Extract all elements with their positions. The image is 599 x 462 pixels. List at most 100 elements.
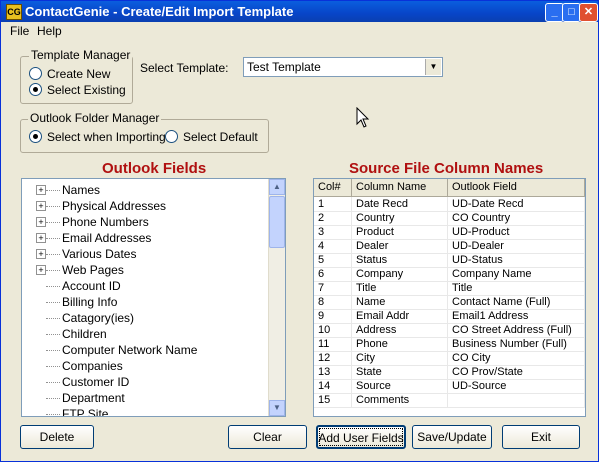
cell-outlook-field[interactable]: UD-Product — [448, 225, 585, 239]
radio-button-icon[interactable] — [29, 67, 42, 80]
tree-item[interactable]: Catagory(ies) — [22, 310, 268, 326]
tree-item[interactable]: Computer Network Name — [22, 342, 268, 358]
cell-outlook-field[interactable]: UD-Date Recd — [448, 197, 585, 211]
clear-button[interactable]: Clear — [228, 425, 307, 449]
cell-column-name[interactable]: Comments — [352, 393, 448, 407]
cell-column-name[interactable]: Company — [352, 267, 448, 281]
radio-create-new[interactable]: Create New — [29, 67, 110, 81]
expand-plus-icon[interactable]: + — [36, 265, 46, 275]
cell-column-name[interactable]: Title — [352, 281, 448, 295]
scroll-thumb[interactable] — [269, 196, 285, 248]
cell-col-num[interactable]: 2 — [314, 211, 352, 225]
cell-outlook-field[interactable]: Company Name — [448, 267, 585, 281]
radio-button-icon[interactable] — [165, 130, 178, 143]
table-row[interactable]: 4 Dealer UD-Dealer — [314, 239, 585, 254]
tree-item[interactable]: + Web Pages — [22, 262, 268, 278]
table-row[interactable]: 8 Name Contact Name (Full) — [314, 295, 585, 310]
cell-col-num[interactable]: 15 — [314, 393, 352, 407]
cell-outlook-field[interactable]: UD-Status — [448, 253, 585, 267]
cell-outlook-field[interactable]: CO Street Address (Full) — [448, 323, 585, 337]
table-row[interactable]: 3 Product UD-Product — [314, 225, 585, 240]
cell-column-name[interactable]: Email Addr — [352, 309, 448, 323]
cell-col-num[interactable]: 14 — [314, 379, 352, 393]
radio-button-selected-icon[interactable] — [29, 83, 42, 96]
cell-outlook-field[interactable] — [448, 393, 585, 407]
tree-item[interactable]: Children — [22, 326, 268, 342]
menu-file[interactable]: File — [10, 24, 29, 38]
radio-select-existing[interactable]: Select Existing — [29, 83, 126, 97]
cell-outlook-field[interactable]: CO City — [448, 351, 585, 365]
cell-col-num[interactable]: 5 — [314, 253, 352, 267]
vertical-scrollbar[interactable]: ▲ ▼ — [268, 179, 285, 416]
cell-col-num[interactable]: 4 — [314, 239, 352, 253]
expand-plus-icon[interactable]: + — [36, 201, 46, 211]
expand-plus-icon[interactable]: + — [36, 249, 46, 259]
chevron-down-icon[interactable]: ▼ — [425, 59, 441, 75]
tree-item[interactable]: + Email Addresses — [22, 230, 268, 246]
cell-outlook-field[interactable]: Email1 Address — [448, 309, 585, 323]
close-icon[interactable]: ✕ — [579, 3, 598, 22]
table-row[interactable]: 6 Company Company Name — [314, 267, 585, 282]
cell-column-name[interactable]: Product — [352, 225, 448, 239]
cell-col-num[interactable]: 9 — [314, 309, 352, 323]
cell-column-name[interactable]: State — [352, 365, 448, 379]
cell-outlook-field[interactable]: Title — [448, 281, 585, 295]
cell-column-name[interactable]: City — [352, 351, 448, 365]
cell-col-num[interactable]: 13 — [314, 365, 352, 379]
cell-column-name[interactable]: Name — [352, 295, 448, 309]
tree-item[interactable]: + Phone Numbers — [22, 214, 268, 230]
table-row[interactable]: 13 State CO Prov/State — [314, 365, 585, 380]
delete-button[interactable]: Delete — [20, 425, 94, 449]
header-outlook-field[interactable]: Outlook Field — [448, 179, 585, 196]
cell-column-name[interactable]: Dealer — [352, 239, 448, 253]
table-row[interactable]: 11 Phone Business Number (Full) — [314, 337, 585, 352]
tree-item[interactable]: Companies — [22, 358, 268, 374]
radio-select-when-importing[interactable]: Select when Importing — [29, 130, 166, 144]
tree-item[interactable]: Customer ID — [22, 374, 268, 390]
cell-column-name[interactable]: Country — [352, 211, 448, 225]
scroll-down-icon[interactable]: ▼ — [269, 400, 285, 416]
expand-plus-icon[interactable]: + — [36, 233, 46, 243]
radio-select-default[interactable]: Select Default — [165, 130, 258, 144]
cell-outlook-field[interactable]: Contact Name (Full) — [448, 295, 585, 309]
title-bar[interactable]: CG ContactGenie - Create/Edit Import Tem… — [1, 1, 598, 22]
source-columns-grid[interactable]: Col# Column Name Outlook Field 1 Date Rec… — [313, 178, 586, 417]
cell-col-num[interactable]: 7 — [314, 281, 352, 295]
tree-item[interactable]: Billing Info — [22, 294, 268, 310]
tree-item[interactable]: Account ID — [22, 278, 268, 294]
table-row[interactable]: 10 Address CO Street Address (Full) — [314, 323, 585, 338]
header-column-name[interactable]: Column Name — [352, 179, 448, 196]
cell-col-num[interactable]: 12 — [314, 351, 352, 365]
menu-help[interactable]: Help — [37, 24, 62, 38]
table-row[interactable]: 14 Source UD-Source — [314, 379, 585, 394]
cell-column-name[interactable]: Address — [352, 323, 448, 337]
save-update-button[interactable]: Save/Update — [412, 425, 492, 449]
table-row[interactable]: 15 Comments — [314, 393, 585, 408]
cell-col-num[interactable]: 3 — [314, 225, 352, 239]
cell-outlook-field[interactable]: Business Number (Full) — [448, 337, 585, 351]
cell-outlook-field[interactable]: CO Country — [448, 211, 585, 225]
table-row[interactable]: 2 Country CO Country — [314, 211, 585, 226]
cell-outlook-field[interactable]: UD-Source — [448, 379, 585, 393]
cell-column-name[interactable]: Source — [352, 379, 448, 393]
tree-item[interactable]: Department — [22, 390, 268, 406]
tree-item[interactable]: + Various Dates — [22, 246, 268, 262]
cell-column-name[interactable]: Status — [352, 253, 448, 267]
expand-plus-icon[interactable]: + — [36, 217, 46, 227]
tree-item[interactable]: + Physical Addresses — [22, 198, 268, 214]
table-row[interactable]: 9 Email Addr Email1 Address — [314, 309, 585, 324]
table-row[interactable]: 5 Status UD-Status — [314, 253, 585, 268]
header-col-num[interactable]: Col# — [314, 179, 352, 196]
cell-col-num[interactable]: 8 — [314, 295, 352, 309]
table-row[interactable]: 7 Title Title — [314, 281, 585, 296]
cell-col-num[interactable]: 6 — [314, 267, 352, 281]
exit-button[interactable]: Exit — [502, 425, 580, 449]
scroll-up-icon[interactable]: ▲ — [269, 179, 285, 195]
template-select[interactable]: Test Template ▼ — [243, 57, 443, 77]
cell-col-num[interactable]: 11 — [314, 337, 352, 351]
tree-item[interactable]: + Names — [22, 182, 268, 198]
radio-button-selected-icon[interactable] — [29, 130, 42, 143]
cell-outlook-field[interactable]: CO Prov/State — [448, 365, 585, 379]
table-row[interactable]: 12 City CO City — [314, 351, 585, 366]
table-row[interactable]: 1 Date Recd UD-Date Recd — [314, 197, 585, 212]
